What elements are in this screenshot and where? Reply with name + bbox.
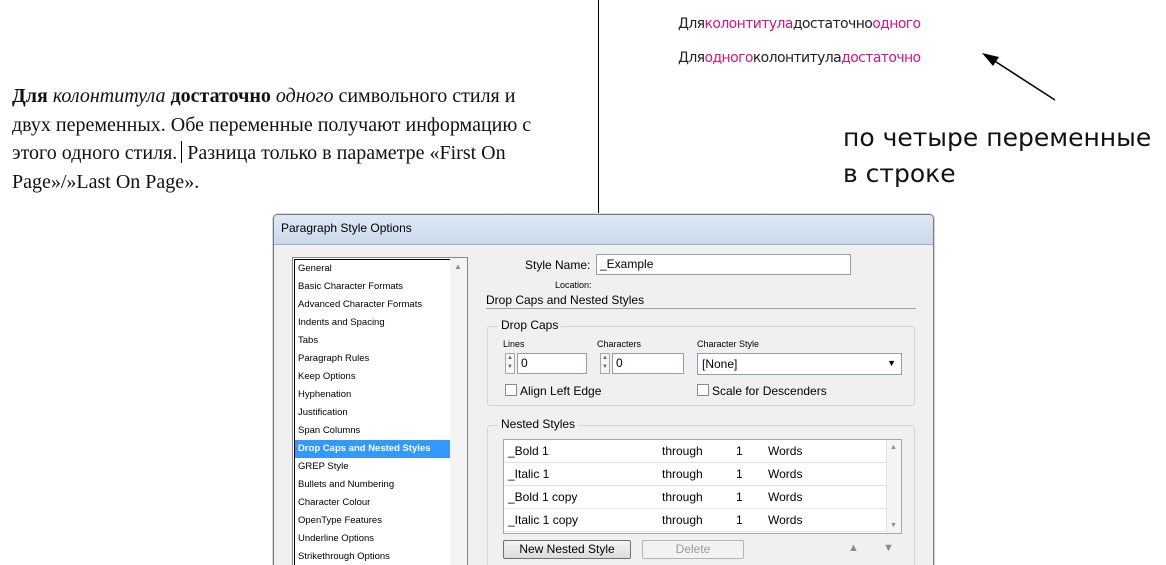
category-item[interactable]: Bullets and Numbering bbox=[295, 476, 450, 494]
nested-style-count: 1 bbox=[736, 467, 743, 481]
section-divider bbox=[486, 308, 916, 309]
nested-list-scrollbar[interactable]: ▲ ▼ bbox=[886, 440, 901, 533]
characters-stepper[interactable]: ▲ ▼ bbox=[600, 353, 610, 374]
move-down-icon[interactable]: ▼ bbox=[883, 542, 894, 554]
category-item[interactable]: Basic Character Formats bbox=[295, 278, 450, 296]
category-item[interactable]: Indents and Spacing bbox=[295, 314, 450, 332]
new-nested-style-button[interactable]: New Nested Style bbox=[503, 540, 631, 559]
nested-style-count: 1 bbox=[736, 444, 743, 458]
nested-style-unit: Words bbox=[768, 467, 803, 481]
note-line-1: по четыре переменные bbox=[843, 123, 1152, 152]
scroll-up-icon[interactable]: ▲ bbox=[454, 262, 462, 271]
note-line-2: в строке bbox=[843, 159, 956, 188]
spin-up-icon[interactable]: ▲ bbox=[602, 355, 608, 361]
character-style-select[interactable]: [None] ▼ bbox=[697, 353, 902, 375]
category-item[interactable]: Paragraph Rules bbox=[295, 350, 450, 368]
category-scrollbar[interactable]: ▲ bbox=[450, 258, 467, 565]
character-style-label: Character Style bbox=[697, 339, 760, 349]
nested-styles-title: Nested Styles bbox=[498, 417, 579, 431]
characters-input[interactable]: 0 bbox=[612, 353, 684, 374]
location-label: Location: bbox=[555, 280, 592, 290]
category-item[interactable]: Strikethrough Options bbox=[295, 548, 450, 565]
nested-style-style: _Bold 1 bbox=[508, 444, 549, 458]
category-item[interactable]: Tabs bbox=[295, 332, 450, 350]
category-item[interactable]: Justification bbox=[295, 404, 450, 422]
nested-style-style: _Italic 1 copy bbox=[508, 513, 579, 527]
nested-style-style: _Italic 1 bbox=[508, 467, 550, 481]
nested-style-count: 1 bbox=[736, 513, 743, 527]
nested-style-unit: Words bbox=[768, 513, 803, 527]
category-list-items: General Basic Character Formats Advanced C… bbox=[294, 259, 451, 565]
scroll-down-icon[interactable]: ▼ bbox=[890, 522, 897, 529]
nested-styles-list: ▲ ▼ _Bold 1 through 1 Words _Italic 1 through… bbox=[503, 439, 902, 534]
align-left-edge-checkbox[interactable] bbox=[505, 384, 517, 396]
dialog-title: Paragraph Style Options bbox=[281, 221, 412, 235]
nested-style-unit: Words bbox=[768, 490, 803, 504]
nested-style-row[interactable]: _Italic 1 through 1 Words bbox=[504, 463, 887, 486]
category-item[interactable]: Underline Options bbox=[295, 530, 450, 548]
lines-label: Lines bbox=[503, 339, 525, 349]
category-item[interactable]: Character Colour bbox=[295, 494, 450, 512]
style-name-label: Style Name: bbox=[525, 258, 591, 272]
spin-down-icon[interactable]: ▼ bbox=[507, 364, 513, 370]
note-text: по четыре переменные в строке bbox=[843, 120, 1151, 192]
nested-style-row[interactable]: _Italic 1 copy through 1 Words bbox=[504, 509, 887, 532]
category-item[interactable]: OpenType Features bbox=[295, 512, 450, 530]
category-item[interactable]: Advanced Character Formats bbox=[295, 296, 450, 314]
category-item[interactable]: Span Columns bbox=[295, 422, 450, 440]
category-list: General Basic Character Formats Advanced C… bbox=[292, 257, 468, 565]
nested-style-row[interactable]: _Bold 1 through 1 Words bbox=[504, 440, 887, 463]
scale-descenders-label[interactable]: Scale for Descenders bbox=[712, 384, 827, 398]
category-item[interactable]: Hyphenation bbox=[295, 386, 450, 404]
nested-style-mode: through bbox=[662, 467, 703, 481]
paragraph-style-options-dialog: Paragraph Style Options General Basic Cha… bbox=[273, 214, 934, 565]
character-style-value: [None] bbox=[702, 357, 738, 371]
lines-input[interactable]: 0 bbox=[517, 353, 587, 374]
nested-style-style: _Bold 1 copy bbox=[508, 490, 578, 504]
nested-style-mode: through bbox=[662, 444, 703, 458]
scale-descenders-checkbox[interactable] bbox=[697, 384, 709, 396]
category-item[interactable]: Keep Options bbox=[295, 368, 450, 386]
characters-label: Characters bbox=[597, 339, 642, 349]
spin-down-icon[interactable]: ▼ bbox=[602, 364, 608, 370]
category-item[interactable]: General bbox=[295, 260, 450, 278]
nested-style-count: 1 bbox=[736, 490, 743, 504]
scroll-up-icon[interactable]: ▲ bbox=[890, 444, 897, 451]
dropdown-arrow-icon[interactable]: ▼ bbox=[887, 358, 896, 368]
delete-button[interactable]: Delete bbox=[642, 540, 744, 559]
align-left-edge-label[interactable]: Align Left Edge bbox=[520, 384, 601, 398]
move-up-icon[interactable]: ▲ bbox=[848, 542, 859, 554]
dialog-titlebar[interactable]: Paragraph Style Options bbox=[274, 215, 933, 245]
drop-caps-title: Drop Caps bbox=[498, 318, 562, 332]
spin-up-icon[interactable]: ▲ bbox=[507, 355, 513, 361]
nested-style-mode: through bbox=[662, 513, 703, 527]
lines-stepper[interactable]: ▲ ▼ bbox=[505, 353, 515, 374]
nested-style-mode: through bbox=[662, 490, 703, 504]
category-item[interactable]: Drop Caps and Nested Styles bbox=[295, 440, 450, 458]
nested-style-unit: Words bbox=[768, 444, 803, 458]
style-name-input[interactable]: _Example bbox=[596, 254, 851, 275]
category-item[interactable]: GREP Style bbox=[295, 458, 450, 476]
nested-style-row[interactable]: _Bold 1 copy through 1 Words bbox=[504, 486, 887, 509]
section-title: Drop Caps and Nested Styles bbox=[486, 293, 645, 307]
